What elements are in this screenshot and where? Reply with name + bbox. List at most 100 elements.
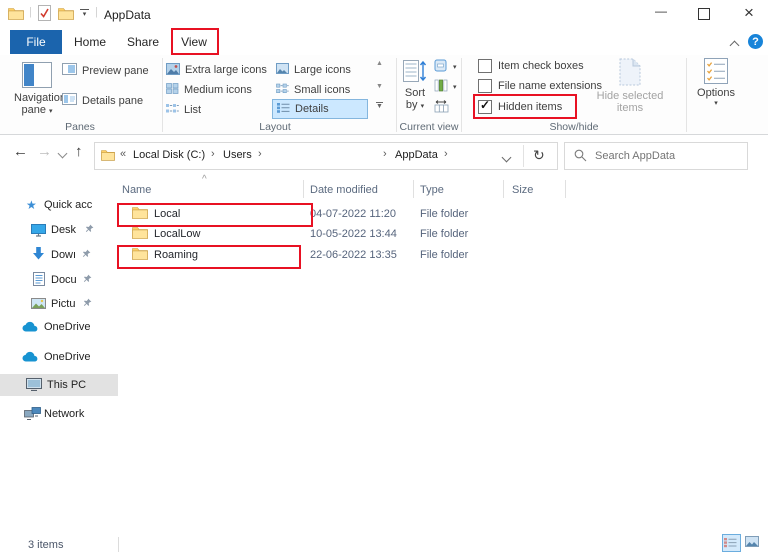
file-row-locallow[interactable]: LocalLow 10-05-2022 13:44 File folder [118, 224, 768, 244]
breadcrumb-drive[interactable]: Local Disk (C:) [133, 149, 205, 161]
file-list-pane: ^ Name Date modified Type Size Local 04-… [118, 176, 768, 533]
hidden-items-checkbox[interactable]: ✓ [478, 100, 492, 114]
search-input[interactable] [593, 145, 745, 167]
close-button[interactable]: × [738, 3, 760, 25]
sidebar-item-onedrive-1[interactable]: OneDrive [0, 316, 118, 336]
sidebar-item-quick-access[interactable]: ★ Quick acc [0, 196, 118, 216]
item-check-boxes-checkbox[interactable] [478, 59, 492, 73]
breadcrumb-separator-icon[interactable]: › [211, 148, 215, 160]
file-date-modified: 10-05-2022 13:44 [310, 228, 397, 240]
address-bar[interactable]: « Local Disk (C:) › Users › › AppData › … [94, 142, 558, 170]
column-header-type[interactable]: Type [420, 184, 444, 196]
item-check-boxes-label: Item check boxes [498, 60, 584, 72]
hide-selected-items-button[interactable]: Hide selected items [590, 57, 670, 121]
breadcrumb-separator-icon[interactable]: › [258, 148, 262, 160]
options-button[interactable]: Options ▾ [694, 57, 738, 121]
sidebar-item-downloads[interactable]: Dowı [0, 246, 118, 266]
group-by-icon [434, 59, 448, 75]
layout-gallery-more[interactable]: ▼ [376, 102, 383, 110]
title-bar: | ▾ | AppData — × [0, 0, 768, 28]
preview-pane-icon [62, 63, 77, 78]
breadcrumb-overflow-icon[interactable]: « [120, 148, 126, 160]
column-header-name[interactable]: Name [122, 184, 151, 196]
column-header-size[interactable]: Size [512, 184, 533, 196]
add-columns-button[interactable]: ▾ [434, 79, 457, 95]
sidebar-item-desktop[interactable]: Desk [0, 221, 118, 241]
navigation-pane-button[interactable]: Navigation pane ▾ [14, 58, 60, 122]
layout-details-selected[interactable]: Details [272, 99, 368, 119]
layout-large-icons[interactable]: Large icons [276, 61, 351, 79]
details-pane-button[interactable]: Details pane [62, 93, 143, 108]
forward-icon[interactable]: → [37, 143, 52, 160]
separator: | [29, 6, 32, 18]
collapse-ribbon-icon[interactable] [731, 40, 738, 52]
folder-icon [8, 7, 24, 23]
tab-share[interactable]: Share [118, 30, 168, 54]
column-header-date-modified[interactable]: Date modified [310, 184, 378, 196]
quick-access-star-icon: ★ [26, 198, 37, 212]
small-icons-icon [276, 83, 289, 97]
item-count: 3 items [28, 539, 63, 551]
up-icon[interactable]: ↑ [75, 143, 83, 160]
window-title: AppData [104, 8, 151, 22]
column-sort-caret-icon[interactable]: ^ [202, 174, 207, 185]
help-icon[interactable]: ? [748, 34, 763, 49]
layout-medium-icons[interactable]: Medium icons [166, 81, 252, 99]
group-by-button[interactable]: ▾ [434, 59, 457, 75]
recent-locations-chevron-icon[interactable] [59, 148, 66, 160]
file-date-modified: 04-07-2022 11:20 [310, 208, 396, 220]
medium-icons-icon [166, 83, 179, 97]
sort-by-icon [403, 60, 427, 87]
size-columns-to-fit-button[interactable] [434, 99, 449, 116]
new-folder-icon[interactable] [58, 7, 74, 23]
properties-check-icon[interactable] [38, 5, 51, 24]
sidebar-item-pictures[interactable]: Pictu [0, 295, 118, 315]
this-pc-icon [26, 378, 42, 394]
large-thumbnails-view-toggle[interactable] [745, 536, 760, 548]
back-icon[interactable]: ← [13, 143, 28, 160]
file-row-roaming[interactable]: Roaming 22-06-2022 13:35 File folder [118, 245, 768, 265]
breadcrumb-separator-icon[interactable]: › [444, 148, 448, 160]
tab-home[interactable]: Home [66, 30, 114, 54]
file-name-extensions-checkbox[interactable] [478, 79, 492, 93]
file-type: File folder [420, 228, 468, 240]
downloads-icon [32, 247, 45, 263]
sidebar-item-onedrive-2[interactable]: OneDrive [0, 346, 118, 366]
address-folder-icon [101, 149, 115, 164]
ribbon: Navigation pane ▾ Preview pane Details p… [0, 55, 768, 135]
layout-gallery-scroll-down[interactable]: ▼ [376, 83, 383, 90]
preview-pane-button[interactable]: Preview pane [62, 63, 149, 78]
ribbon-tab-bar: File Home Share View ? [0, 28, 768, 55]
breadcrumb-users[interactable]: Users [223, 149, 252, 161]
breadcrumb-current[interactable]: AppData [395, 149, 438, 161]
tab-view[interactable]: View [172, 30, 216, 54]
status-bar: 3 items [0, 533, 768, 557]
large-icons-icon [276, 63, 289, 77]
layout-small-icons[interactable]: Small icons [276, 81, 350, 99]
file-type: File folder [420, 249, 468, 261]
tab-file[interactable]: File [10, 30, 62, 54]
sidebar-item-documents[interactable]: Docu [0, 271, 118, 291]
sort-by-button[interactable]: Sort by ▾ [400, 58, 430, 122]
file-row-local[interactable]: Local 04-07-2022 11:20 File folder [118, 204, 768, 224]
layout-gallery-scroll-up[interactable]: ▲ [376, 60, 383, 67]
customize-quick-access-icon[interactable]: ▾ [80, 9, 89, 22]
breadcrumb-separator-icon[interactable]: › [383, 148, 387, 160]
address-dropdown-chevron-icon[interactable] [503, 152, 510, 164]
minimize-button[interactable]: — [644, 4, 678, 24]
refresh-icon[interactable]: ↻ [533, 147, 545, 164]
details-view-toggle[interactable] [722, 534, 741, 552]
sidebar-item-network[interactable]: Network [0, 404, 118, 424]
layout-extra-large-icons[interactable]: Extra large icons [166, 61, 267, 79]
address-divider [523, 145, 524, 167]
panes-group-label: Panes [40, 121, 120, 133]
hide-selected-items-icon [616, 57, 644, 90]
file-name: Roaming [154, 249, 198, 261]
onedrive-cloud-icon [22, 351, 39, 365]
layout-list[interactable]: List [166, 101, 201, 119]
options-icon [704, 58, 728, 87]
layout-group-label: Layout [235, 121, 315, 133]
file-name-extensions-label: File name extensions [498, 80, 602, 92]
maximize-button[interactable] [698, 8, 710, 20]
sidebar-item-this-pc[interactable]: This PC [0, 374, 118, 396]
